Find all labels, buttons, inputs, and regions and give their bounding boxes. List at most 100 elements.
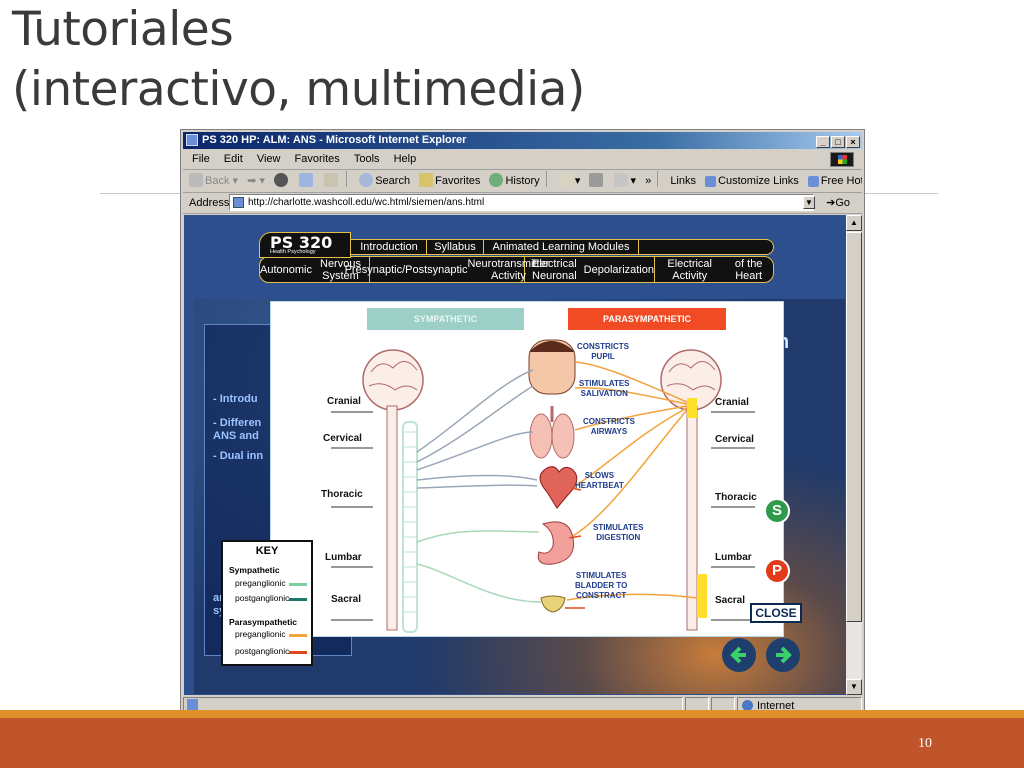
window-titlebar[interactable]: PS 320 HP: ALM: ANS - Microsoft Internet… — [183, 132, 862, 149]
go-button[interactable]: ➔Go — [826, 193, 850, 213]
effect-bladder: STIMULATES BLADDER TO CONSTRACT — [575, 571, 628, 600]
close-window-button[interactable]: × — [846, 136, 860, 148]
url-input[interactable]: http://charlotte.washcoll.edu/wc.html/si… — [229, 194, 814, 211]
forward-button[interactable]: ➡ ▾ — [247, 170, 265, 192]
sympathetic-pathways — [416, 369, 542, 603]
key-para-post-swatch — [289, 651, 307, 654]
sympathetic-chain — [402, 421, 418, 633]
nav-top-row: Introduction Syllabus Animated Learning … — [339, 239, 774, 255]
search-icon — [359, 173, 374, 187]
address-label: Address — [189, 197, 230, 209]
print-button[interactable] — [589, 170, 605, 192]
key-parasympathetic-heading: Parasympathetic — [229, 617, 298, 627]
key-sympathetic-heading: Sympathetic — [229, 565, 280, 575]
stop-button[interactable] — [273, 170, 290, 192]
face-icon — [528, 339, 576, 395]
menu-tools[interactable]: Tools — [354, 153, 380, 165]
effect-digestion: STIMULATES DIGESTION — [593, 523, 644, 542]
mail-icon — [558, 173, 573, 187]
right-region-sacral: Sacral — [715, 595, 746, 606]
menu-view[interactable]: View — [257, 153, 281, 165]
slide-footer — [0, 710, 1024, 768]
close-diagram-button[interactable]: CLOSE — [750, 603, 802, 623]
menu-file[interactable]: File — [192, 153, 210, 165]
key-sym-pre-label: preganglionic — [235, 578, 286, 588]
next-button[interactable] — [766, 638, 800, 672]
effect-salivation: STIMULATES SALIVATION — [579, 379, 630, 398]
sidebar-line[interactable]: ANS and — [213, 430, 259, 443]
home-button[interactable] — [324, 170, 340, 192]
links-label[interactable]: Links — [670, 170, 696, 192]
print-icon — [589, 173, 604, 187]
page-viewport: Introduction Syllabus Animated Learning … — [184, 215, 846, 695]
minimize-button[interactable]: _ — [816, 136, 830, 148]
key-sym-post-swatch — [289, 598, 307, 601]
window-controls: _ □ × — [815, 134, 860, 151]
favorites-button[interactable]: Favorites — [419, 170, 480, 192]
search-button[interactable]: Search — [359, 170, 410, 192]
left-region-sacral: Sacral — [331, 594, 362, 605]
course-nav: Introduction Syllabus Animated Learning … — [259, 232, 774, 283]
left-region-lumbar: Lumbar — [325, 552, 362, 563]
left-region-cervical: Cervical — [323, 433, 362, 444]
sidebar-line[interactable]: - Dual inn — [213, 450, 263, 463]
nav-module-depolarization[interactable]: Electrical Neuronal Depolarization — [525, 257, 655, 282]
back-button[interactable]: Back ▾ — [189, 170, 238, 192]
previous-button[interactable] — [722, 638, 756, 672]
lungs-icon — [529, 406, 575, 459]
right-region-cervical: Cervical — [715, 434, 754, 445]
bladder-icon — [540, 595, 566, 613]
maximize-button[interactable]: □ — [831, 136, 845, 148]
nav-introduction[interactable]: Introduction — [352, 240, 427, 254]
menu-help[interactable]: Help — [394, 153, 417, 165]
left-spinal-cord — [386, 405, 398, 631]
right-region-cranial: Cranial — [715, 397, 749, 408]
menu-edit[interactable]: Edit — [224, 153, 243, 165]
scroll-up-button[interactable]: ▲ — [846, 215, 862, 231]
sympathetic-toggle-button[interactable]: S — [764, 498, 790, 524]
history-icon — [489, 173, 504, 187]
customize-links-link[interactable]: Customize Links — [705, 170, 799, 192]
right-region-lumbar: Lumbar — [715, 552, 752, 563]
nav-module-row: Autonomic Nervous System Presynaptic/Post… — [259, 256, 774, 283]
back-arrow-icon — [189, 173, 203, 187]
scroll-down-button[interactable]: ▼ — [846, 679, 862, 695]
footer-accent-stripe — [0, 710, 1024, 718]
window-title: PS 320 HP: ALM: ANS - Microsoft Internet… — [202, 134, 467, 146]
effect-airways: CONSTRICTS AIRWAYS — [583, 417, 635, 436]
sidebar-line[interactable]: - Differen — [213, 417, 261, 430]
slide-title-line1: Tutoriales — [12, 2, 234, 57]
address-dropdown-button[interactable]: ▼ — [803, 196, 815, 209]
vertical-scrollbar[interactable]: ▲ ▼ — [846, 215, 862, 695]
sidebar-line[interactable]: - Introdu — [213, 393, 258, 406]
free-hotmail-link[interactable]: Free Hotmail — [807, 170, 862, 192]
slide-page-number: 10 — [918, 736, 932, 751]
slide-title-line2: (interactivo, multimedia) — [12, 62, 585, 117]
effect-heartbeat: SLOWS HEARTBEAT — [575, 471, 624, 490]
nav-animated-learning-modules[interactable]: Animated Learning Modules — [484, 240, 639, 254]
scroll-thumb[interactable] — [846, 232, 862, 622]
left-region-thoracic: Thoracic — [321, 489, 363, 500]
menu-favorites[interactable]: Favorites — [295, 153, 340, 165]
history-button[interactable]: History — [489, 170, 540, 192]
nav-module-heart[interactable]: Electrical Activity of the Heart — [655, 257, 773, 282]
course-logo[interactable]: PS 320 Health Psychology — [259, 232, 351, 258]
slide-title: Tutoriales (interactivo, multimedia) — [12, 0, 585, 120]
menu-bar: File Edit View Favorites Tools Help — [183, 150, 862, 170]
nav-module-neurotransmitter[interactable]: Presynaptic/Postsynaptic Neurotransmitter… — [345, 257, 549, 282]
mail-button[interactable]: ▾ — [558, 170, 580, 192]
edit-button[interactable]: ▾ — [614, 170, 636, 192]
key-para-pre-label: preganglionic — [235, 629, 286, 639]
url-text: http://charlotte.washcoll.edu/wc.html/si… — [248, 197, 485, 208]
parasympathetic-toggle-button[interactable]: P — [764, 558, 790, 584]
nav-syllabus[interactable]: Syllabus — [427, 240, 484, 254]
module-background: - Introdu - Differen ANS and - Dual inn … — [194, 299, 845, 694]
toolbar-overflow[interactable]: » — [645, 170, 651, 192]
favorites-icon — [419, 173, 434, 187]
key-para-post-label: postganglionic — [235, 646, 290, 656]
page-icon — [233, 197, 244, 208]
key-title: KEY — [255, 545, 279, 557]
effect-pupil: CONSTRICTS PUPIL — [577, 342, 629, 361]
refresh-button[interactable] — [299, 170, 315, 192]
page-icon — [705, 176, 717, 187]
